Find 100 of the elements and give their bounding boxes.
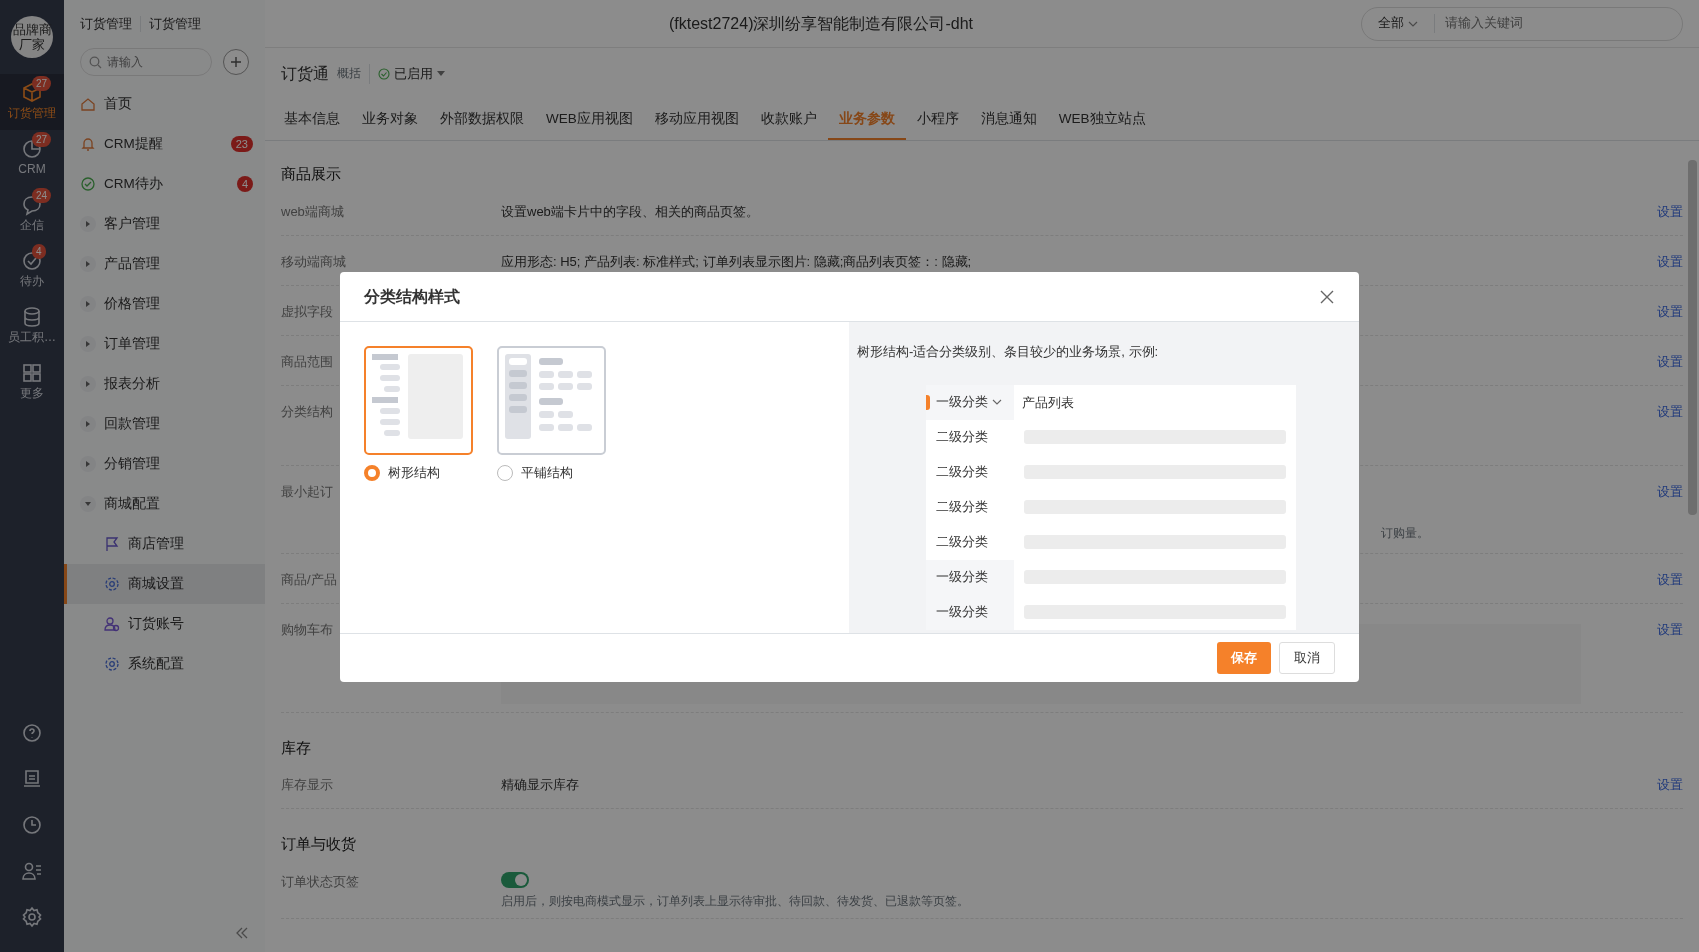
tab[interactable]: 外部数据权限	[429, 100, 535, 140]
rail-item[interactable]: 订货管理 27	[0, 74, 64, 130]
count-badge: 23	[230, 136, 253, 152]
settings-link[interactable]: 设置	[1657, 569, 1683, 589]
rail-item[interactable]: 待办 4	[0, 242, 64, 298]
settings-link[interactable]: 设置	[1657, 619, 1683, 639]
count-badge: 4	[236, 176, 253, 192]
category-item: 一级分类	[926, 594, 1014, 630]
chevron-down-icon	[1408, 20, 1418, 27]
menu-group[interactable]: 价格管理	[64, 284, 265, 324]
tab[interactable]: WEB应用视图	[535, 100, 644, 140]
scope-dropdown[interactable]: 全部	[1378, 14, 1435, 33]
setting-note: 启用后，则按电商模式显示，订单列表上显示待审批、待回款、待发货、已退款等页签。	[501, 892, 970, 910]
settings-link[interactable]: 设置	[1657, 251, 1683, 271]
menu-item[interactable]: CRM提醒 23	[64, 124, 265, 164]
settings-link[interactable]: 设置	[1657, 351, 1683, 371]
flag-icon	[104, 536, 120, 552]
tab[interactable]: 业务对象	[351, 100, 429, 140]
gear-icon	[104, 656, 120, 672]
menu-group[interactable]: 产品管理	[64, 244, 265, 284]
settings-link[interactable]: 设置	[1657, 401, 1683, 421]
tab[interactable]: 收款账户	[749, 100, 828, 140]
clock-icon[interactable]	[21, 814, 43, 836]
setting-label: 购物车布	[281, 621, 333, 637]
search-field[interactable]: 请输入	[80, 48, 212, 76]
caret-icon	[84, 260, 92, 268]
menu-item[interactable]: 订货账号	[64, 604, 265, 644]
layout-option[interactable]	[364, 346, 473, 455]
menu-group[interactable]: 商城配置	[64, 484, 265, 524]
contacts-icon[interactable]	[21, 860, 43, 882]
gear-icon	[104, 576, 120, 592]
setting-note: 订购量。	[1381, 524, 1429, 542]
rail-item[interactable]: 企信 24	[0, 186, 64, 242]
setting-label: web端商城	[281, 203, 344, 219]
scrollbar[interactable]	[1688, 160, 1697, 515]
breadcrumb-item[interactable]: 订货管理	[149, 14, 201, 34]
users-icon	[104, 616, 120, 632]
count-badge: 4	[32, 244, 46, 259]
document-icon[interactable]	[21, 768, 43, 790]
setting-label: 移动端商城	[281, 253, 346, 269]
menu-item[interactable]: 首页	[64, 84, 265, 124]
setting-value: 设置web端卡片中的字段、相关的商品页签。	[501, 202, 760, 221]
app-name[interactable]: 订货管理	[80, 14, 132, 34]
cancel-button[interactable]: 取消	[1279, 642, 1335, 674]
count-badge: 27	[32, 76, 52, 91]
menu-group[interactable]: 分销管理	[64, 444, 265, 484]
subtitle: 概括	[337, 66, 361, 82]
category-item: 一级分类	[926, 384, 1014, 420]
list-title: 产品列表	[1021, 393, 1075, 412]
settings-link[interactable]: 设置	[1657, 481, 1683, 501]
database-icon	[21, 306, 43, 328]
rail-item[interactable]: 更多	[0, 354, 64, 410]
tab[interactable]: 基本信息	[273, 100, 351, 140]
caret-icon	[437, 71, 445, 77]
company-title: (fktest2724)深圳纷享智能制造有限公司-dht	[667, 13, 975, 34]
menu-group[interactable]: 订单管理	[64, 324, 265, 364]
menu-item[interactable]: 商店管理	[64, 524, 265, 564]
radio-option[interactable]: 树形结构	[364, 463, 473, 483]
chevron-down-icon	[992, 399, 1002, 405]
section-title: 库存	[281, 737, 312, 758]
menu-group[interactable]: 回款管理	[64, 404, 265, 444]
save-button[interactable]: 保存	[1217, 642, 1271, 674]
section-title: 订单与收货	[281, 834, 357, 854]
dialog-title: 分类结构样式	[364, 286, 460, 307]
search-input[interactable]: 请输入关键词	[1443, 13, 1643, 34]
settings-link[interactable]: 设置	[1657, 775, 1683, 795]
status-dropdown[interactable]: 已启用	[369, 64, 445, 84]
menu-group[interactable]: 客户管理	[64, 204, 265, 244]
menu-item[interactable]: 系统配置	[64, 644, 265, 684]
caret-icon	[84, 220, 92, 228]
radio-option[interactable]: 平铺结构	[497, 463, 606, 483]
toggle-switch[interactable]	[501, 871, 529, 888]
menu-group[interactable]: 报表分析	[64, 364, 265, 404]
rail-item[interactable]: CRM 27	[0, 130, 64, 186]
bell-icon	[80, 136, 96, 152]
settings-link[interactable]: 设置	[1657, 201, 1683, 221]
settings-icon[interactable]	[21, 906, 43, 928]
plus-icon	[230, 56, 242, 68]
app-title: 订货通	[281, 64, 329, 84]
category-item: 一级分类	[926, 559, 1014, 595]
menu-item[interactable]: CRM待办 4	[64, 164, 265, 204]
check-circle-icon	[80, 176, 96, 192]
layout-option[interactable]	[497, 346, 606, 455]
help-icon[interactable]	[21, 722, 43, 744]
radio-button[interactable]	[497, 464, 513, 481]
menu-item[interactable]: 商城设置	[64, 564, 265, 604]
tab[interactable]: 小程序	[905, 100, 970, 140]
radio-button[interactable]	[364, 464, 380, 481]
setting-label: 库存显示	[281, 777, 333, 792]
tab[interactable]: 消息通知	[969, 100, 1048, 140]
tab[interactable]: 移动应用视图	[643, 100, 750, 140]
rail-item[interactable]: 员工积…	[0, 298, 64, 354]
setting-value: 应用形态: H5; 产品列表: 标准样式; 订单列表显示图片: 隐藏;商品列表页签：: 隐藏;	[501, 252, 973, 271]
count-badge: 24	[32, 188, 52, 203]
settings-link[interactable]: 设置	[1657, 301, 1683, 321]
setting-label: 订单状态页签	[281, 873, 359, 889]
add-button[interactable]	[223, 49, 249, 75]
grid-icon	[21, 362, 43, 384]
tab[interactable]: WEB独立站点	[1047, 100, 1157, 140]
caret-icon	[84, 500, 92, 508]
